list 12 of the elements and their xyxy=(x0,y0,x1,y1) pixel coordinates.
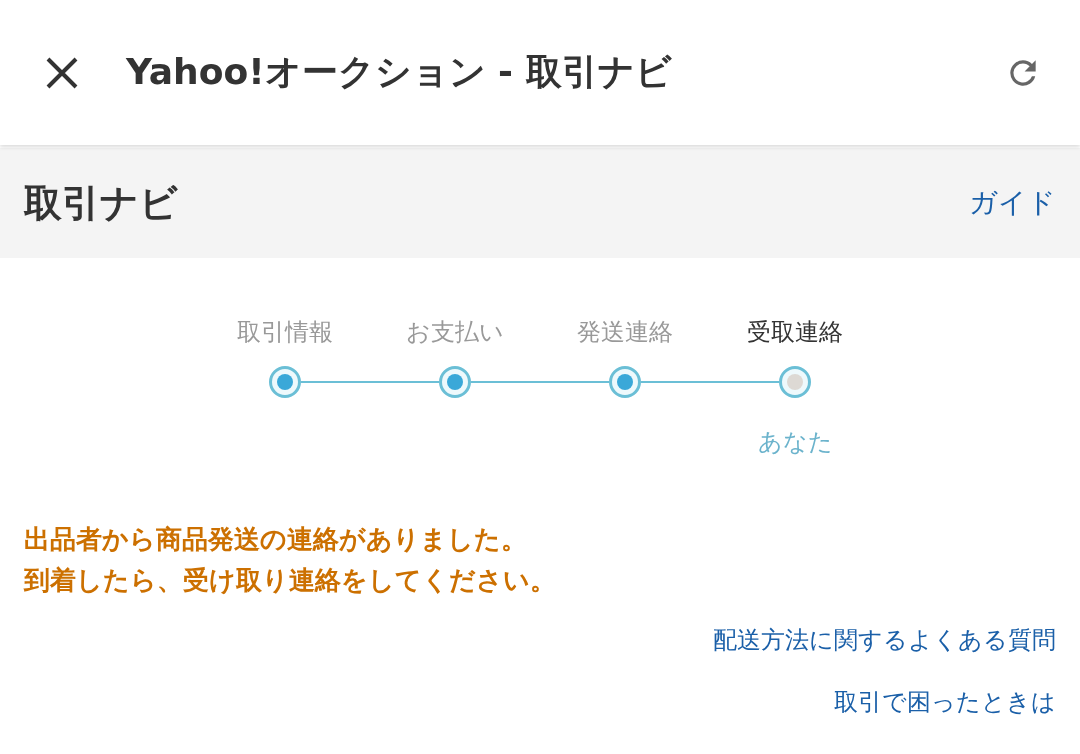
help-link[interactable]: 配送方法に関するよくある質問 xyxy=(713,624,1056,656)
step-label: 取引情報 xyxy=(237,317,333,348)
step-note: あなた xyxy=(757,427,833,458)
notice-text: 出品者から商品発送の連絡がありました。 xyxy=(24,523,527,556)
step-label: 受取連絡 xyxy=(747,317,843,348)
guide-link[interactable]: ガイド xyxy=(969,184,1056,222)
step-label: 発送連絡 xyxy=(577,317,673,348)
window-title: Yahoo!オークション - 取引ナビ xyxy=(126,50,673,94)
step-label: お支払い xyxy=(406,317,504,348)
notice-text: 到着したら、受け取り連絡をしてください。 xyxy=(24,564,556,597)
help-link[interactable]: 取引で困ったときは xyxy=(834,686,1056,718)
section-title: 取引ナビ xyxy=(24,179,178,227)
